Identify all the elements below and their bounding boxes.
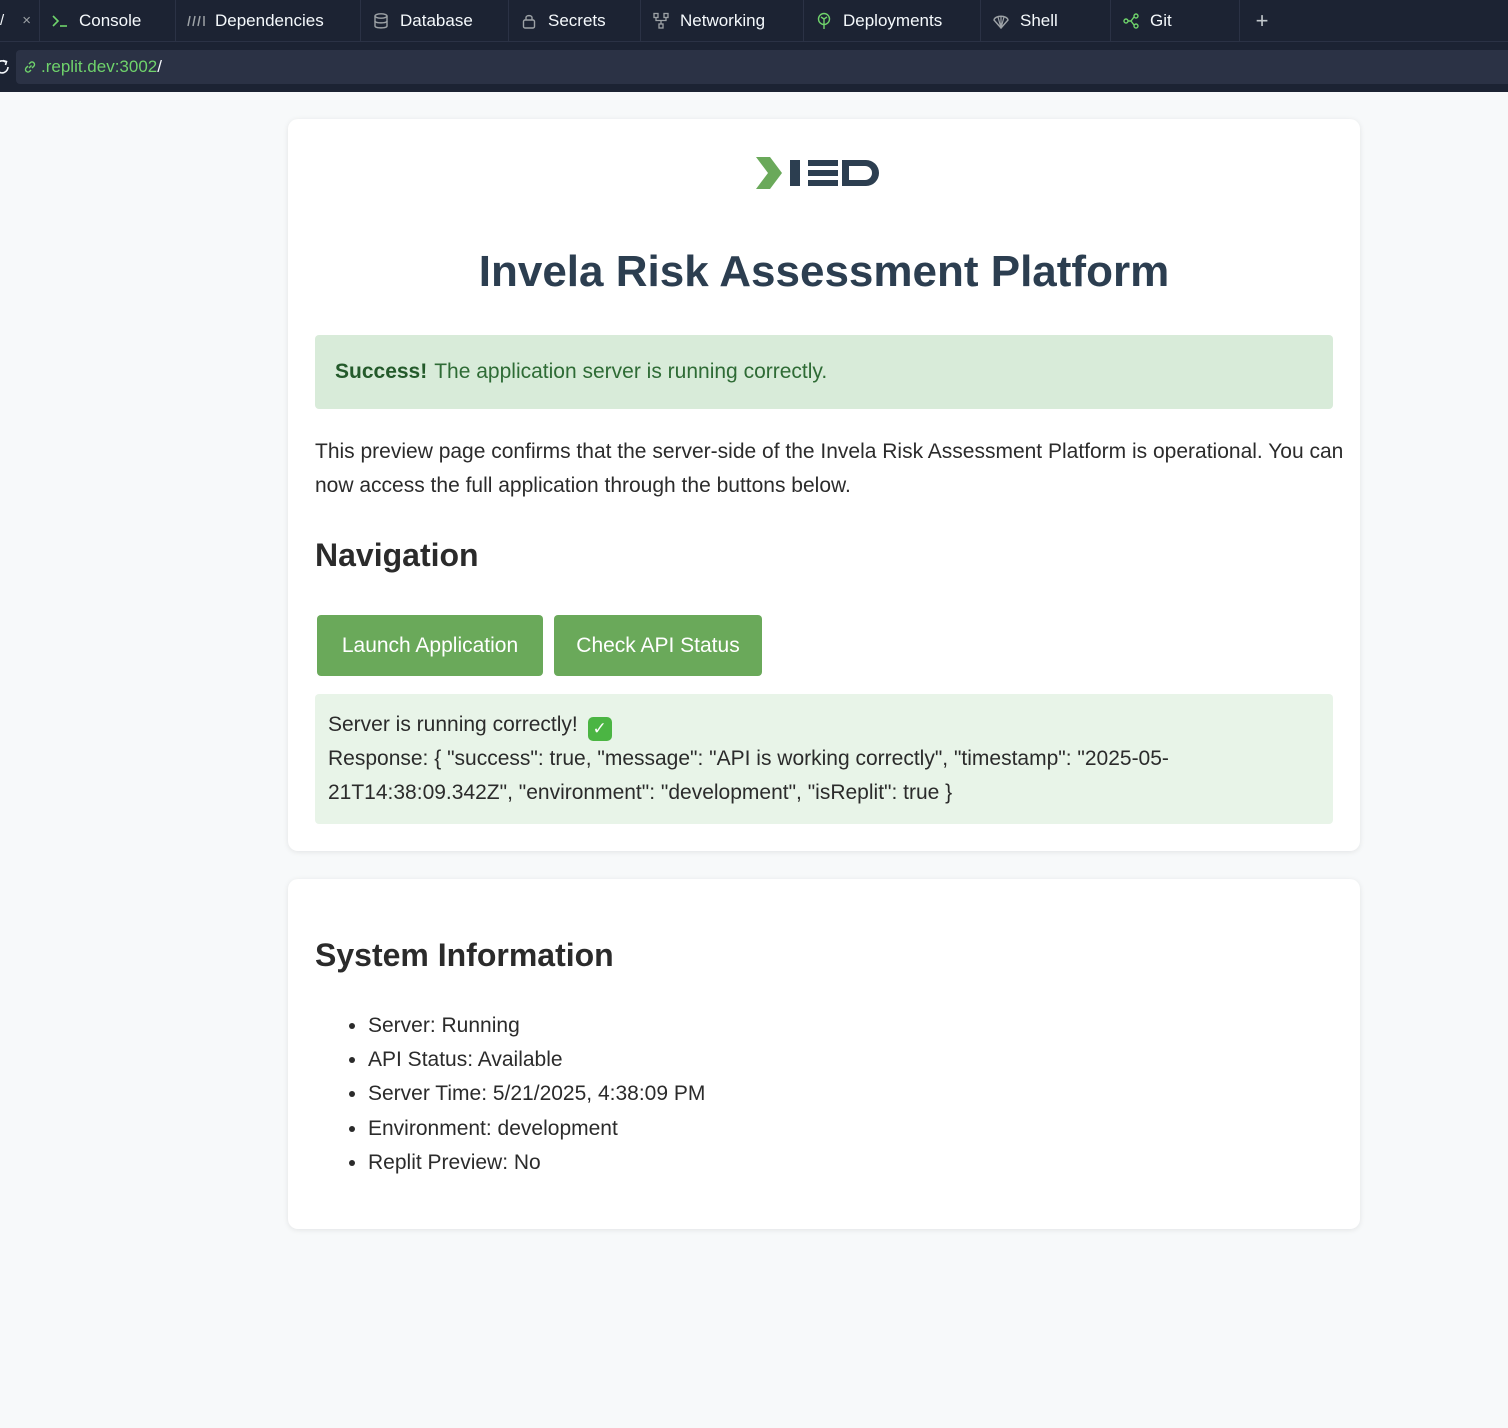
dependencies-icon [186,11,206,31]
shell-icon [991,11,1011,31]
database-icon [371,11,391,31]
tab-shell[interactable]: Shell [981,0,1111,41]
result-response-text: Response: { "success": true, "message": … [328,747,1169,804]
url-host: .replit.dev:3002 [41,57,158,76]
tab-label: Database [400,10,473,30]
tab-label: Deployments [843,10,943,30]
check-mark-icon: ✓ [587,717,612,741]
tab-label: Console [79,10,142,30]
list-item: Server Time: 5/21/2025, 4:38:09 PM [368,1077,705,1111]
alert-message: The application server is running correc… [434,360,828,383]
launch-application-button[interactable]: Launch Application [317,615,543,676]
tab-label: Networking [680,10,766,30]
api-result-box: Server is running correctly! ✓ Response:… [315,694,1333,824]
system-info-card: System Information Server: Running API S… [288,879,1360,1229]
link-icon [22,59,38,75]
lock-icon [519,11,539,31]
tab-label: Dependencies [215,10,324,30]
url-field[interactable]: .replit.dev:3002/ [16,50,1508,84]
tab-secrets[interactable]: Secrets [509,0,641,41]
webview-url-bar: .replit.dev:3002/ [0,42,1508,92]
workspace-tab-bar: / × Console Dependencies Database Secret… [0,0,1508,42]
result-status-text: Server is running correctly! [328,713,578,736]
url-path: / [157,57,162,76]
tab-networking[interactable]: Networking [641,0,804,41]
success-alert: Success! The application server is runni… [315,335,1333,409]
system-info-heading: System Information [315,937,614,973]
status-card: Invela Risk Assessment Platform Success!… [288,119,1360,851]
deployments-icon [814,11,834,31]
close-tab-icon[interactable]: × [22,12,31,29]
networking-icon [651,11,671,31]
tab-label: Secrets [548,10,606,30]
list-item: Replit Preview: No [368,1146,705,1180]
list-item: Environment: development [368,1112,705,1146]
tab-console[interactable]: Console [40,0,176,41]
tab-edge-glyph: / [0,12,5,29]
tab-deployments[interactable]: Deployments [804,0,981,41]
tab-label: Git [1150,10,1172,30]
previous-tab-stub[interactable]: / × [0,0,40,41]
result-status-line: Server is running correctly! ✓ [328,708,1320,742]
tab-dependencies[interactable]: Dependencies [176,0,361,41]
add-tab-button[interactable]: + [1240,0,1284,41]
system-info-list: Server: Running API Status: Available Se… [368,1009,705,1180]
intro-paragraph: This preview page confirms that the serv… [315,440,1344,497]
list-item: API Status: Available [368,1043,705,1077]
tab-git[interactable]: Git [1111,0,1240,41]
console-icon [50,11,70,31]
reload-icon[interactable] [0,56,14,78]
list-item: Server: Running [368,1009,705,1043]
git-icon [1121,11,1141,31]
invela-logo [756,157,879,189]
tab-database[interactable]: Database [361,0,509,41]
page-title: Invela Risk Assessment Platform [478,247,1170,296]
check-api-status-button[interactable]: Check API Status [554,615,762,676]
tab-label: Shell [1020,10,1058,30]
alert-strong: Success! [335,360,428,383]
navigation-heading: Navigation [315,537,479,573]
